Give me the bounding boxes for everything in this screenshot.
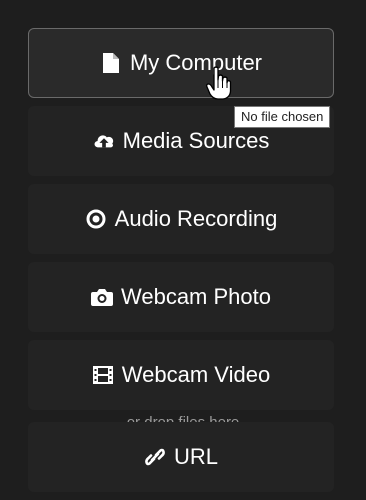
webcam-photo-label: Webcam Photo	[120, 284, 271, 309]
my-computer-button[interactable]: My Computer	[28, 28, 334, 98]
hand-cursor-icon	[206, 66, 232, 100]
file-icon	[100, 52, 122, 74]
media-sources-label: Media Sources	[122, 128, 270, 153]
cloud-upload-icon	[93, 130, 115, 152]
audio-recording-button[interactable]: Audio Recording	[28, 184, 334, 254]
webcam-video-label: Webcam Video	[121, 362, 271, 387]
file-tooltip: No file chosen	[234, 106, 331, 128]
record-icon	[85, 208, 107, 230]
audio-recording-label: Audio Recording	[114, 206, 278, 231]
url-label: URL	[173, 444, 218, 469]
link-icon	[144, 446, 166, 468]
webcam-photo-button[interactable]: Webcam Photo	[28, 262, 334, 332]
url-button[interactable]: URL	[28, 422, 334, 492]
webcam-video-button[interactable]: Webcam Video	[28, 340, 334, 410]
my-computer-label: My Computer	[129, 50, 263, 75]
upload-source-panel: My Computer Media Sources Audio Recordin…	[0, 0, 366, 500]
film-icon	[92, 364, 114, 386]
camera-icon	[90, 286, 113, 308]
